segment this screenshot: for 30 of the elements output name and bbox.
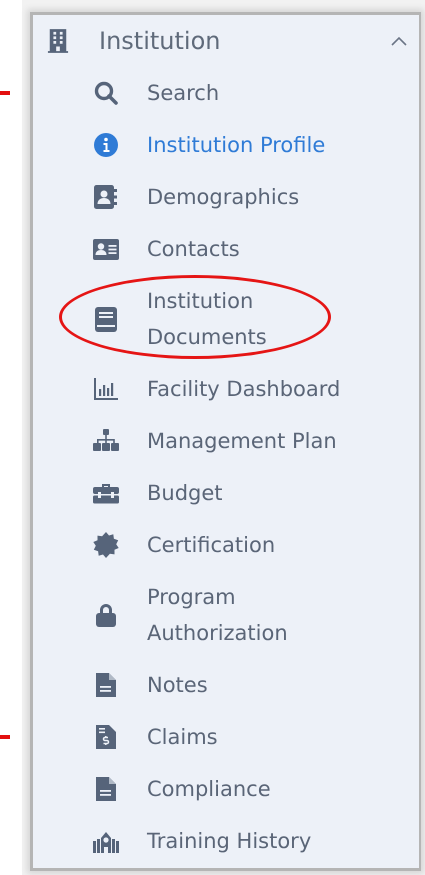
menu-item[interactable]: Notes <box>33 659 419 711</box>
menu-item[interactable]: Program Authorization <box>33 571 419 659</box>
menu-item[interactable]: Institution Documents <box>33 275 419 363</box>
menu-item[interactable]: Search <box>33 67 419 119</box>
book-icon <box>93 306 119 332</box>
menu-item[interactable]: Certification <box>33 519 419 571</box>
id-card-icon <box>93 236 119 262</box>
chevron-up-icon <box>391 36 407 46</box>
lock-icon <box>93 602 119 628</box>
menu-item[interactable]: Contacts <box>33 223 419 275</box>
menu-item[interactable]: Compliance <box>33 763 419 815</box>
section-title: Institution <box>99 27 222 55</box>
document-icon <box>93 776 119 802</box>
menu-item[interactable]: Demographics <box>33 171 419 223</box>
menu-item[interactable]: Institution Profile <box>33 119 419 171</box>
badge-icon <box>93 532 119 558</box>
dollar-document-icon <box>93 724 119 750</box>
info-icon <box>93 132 119 158</box>
building-icon <box>47 29 69 53</box>
menu-item[interactable]: Budget <box>33 467 419 519</box>
menu-item[interactable]: Facility Dashboard <box>33 363 419 415</box>
section-header[interactable]: Institution <box>33 15 419 67</box>
document-icon <box>93 672 119 698</box>
menu-item[interactable]: Training History <box>33 815 419 867</box>
menu-item[interactable]: Management Plan <box>33 415 419 467</box>
search-icon <box>93 80 119 106</box>
menu-item[interactable]: Claims <box>33 711 419 763</box>
contact-book-icon <box>93 184 119 210</box>
bar-chart-icon <box>93 376 119 402</box>
hierarchy-icon <box>93 428 119 454</box>
